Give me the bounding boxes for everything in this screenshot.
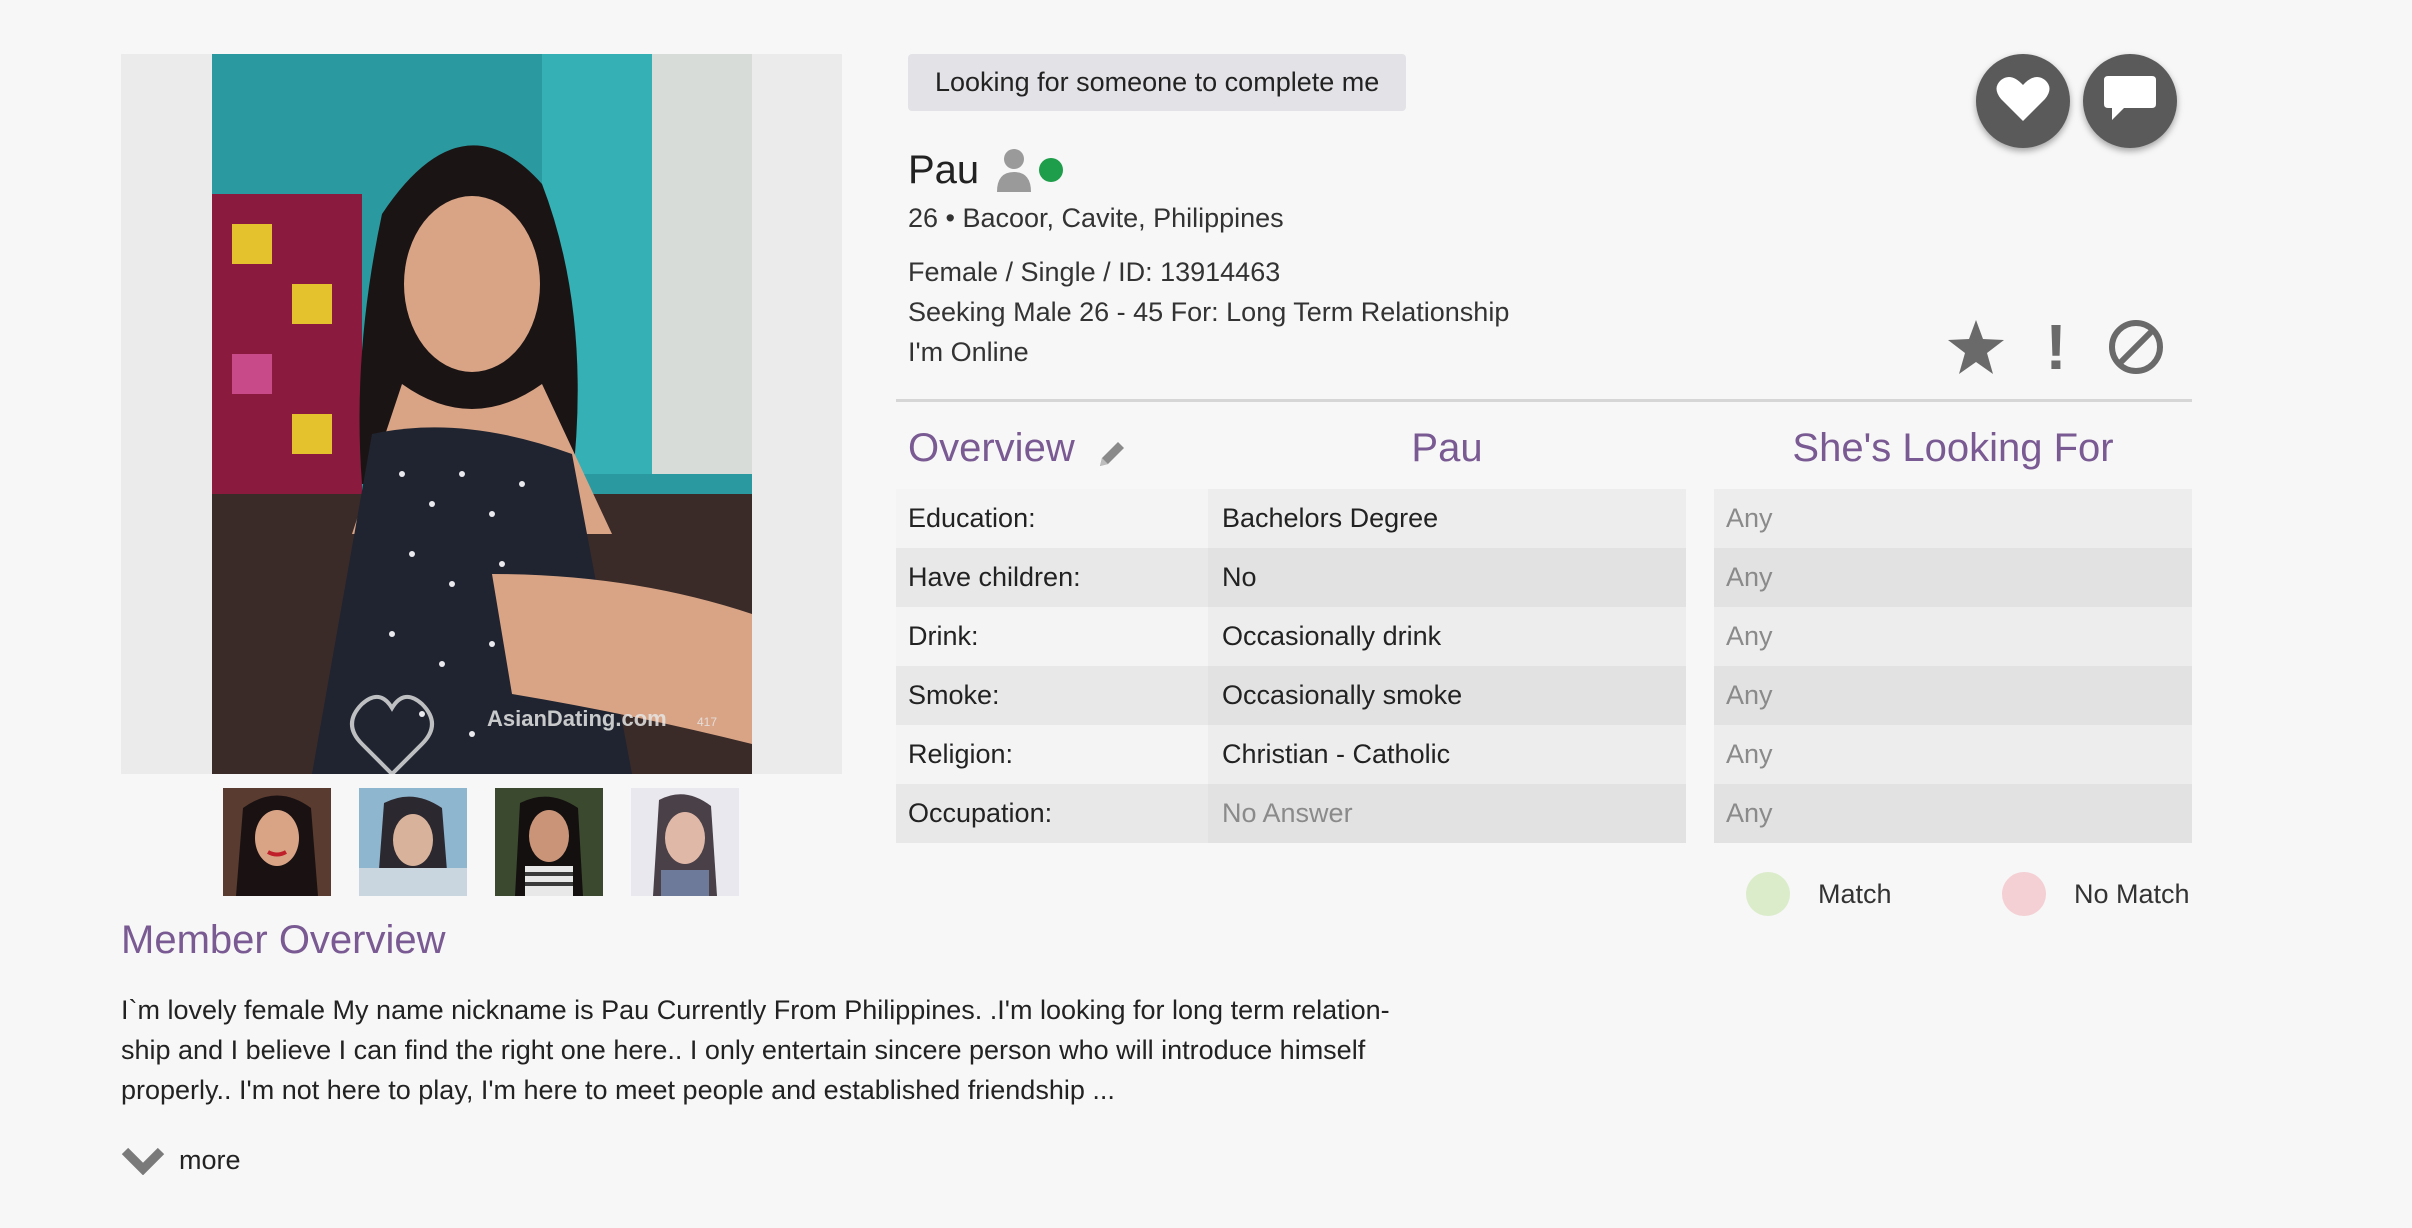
profile-name: Pau	[908, 147, 980, 192]
looking-column-title: She's Looking For	[1792, 426, 2114, 470]
overview-text-line: I`m lovely female My name nickname is Pa…	[121, 995, 1390, 1025]
photo-watermark: AsianDating.com	[487, 706, 667, 731]
no-match-swatch	[2002, 872, 2046, 916]
thumbnail-3[interactable]	[495, 788, 603, 896]
row-value: Occasionally drink	[1208, 607, 1686, 666]
thumbnail-4[interactable]	[631, 788, 739, 896]
row-value: Occasionally smoke	[1208, 666, 1686, 725]
more-button[interactable]: more	[121, 1138, 241, 1182]
gender-status-id: Female / Single / ID: 13914463	[908, 257, 1281, 287]
more-label: more	[179, 1144, 241, 1175]
overview-title: Overview	[908, 426, 1075, 470]
name-row: Pau	[908, 145, 1064, 195]
table-row: Religion: Christian - Catholic Any	[896, 725, 2192, 784]
member-overview-text: I`m lovely female My name nickname is Pa…	[121, 990, 1411, 1110]
row-value: No	[1208, 548, 1686, 607]
pau-column-title: Pau	[1411, 426, 1483, 470]
profile-headline: Looking for someone to complete me	[908, 54, 1407, 111]
thumbnail-1[interactable]	[223, 788, 331, 896]
chat-bubble-icon	[2102, 74, 2158, 129]
overview-table: Education: Bachelors Degree Any Have chi…	[896, 489, 2192, 843]
table-row: Drink: Occasionally drink Any	[896, 607, 2192, 666]
overview-text-line: properly.. I'm not here to play, I'm her…	[121, 1075, 1115, 1105]
online-indicator	[1039, 158, 1064, 182]
photo-panel: AsianDating.com 417	[121, 54, 842, 774]
match-label: Match	[1818, 878, 1892, 909]
row-looking: Any	[1714, 784, 2192, 843]
seeking-line: Seeking Male 26 - 45 For: Long Term Rela…	[908, 297, 1510, 327]
row-label: Smoke:	[908, 680, 1000, 710]
table-row: Have children: No Any	[896, 548, 2192, 607]
row-value: Bachelors Degree	[1208, 489, 1686, 548]
block-icon[interactable]	[2104, 315, 2168, 379]
message-button[interactable]	[2083, 54, 2177, 148]
row-looking: Any	[1714, 489, 2192, 548]
table-row: Smoke: Occasionally smoke Any	[896, 666, 2192, 725]
row-label: Have children:	[908, 562, 1081, 592]
row-value: No Answer	[1208, 784, 1686, 843]
exclamation-icon[interactable]: !	[2028, 315, 2084, 379]
row-looking: Any	[1714, 607, 2192, 666]
pencil-icon[interactable]	[1096, 438, 1128, 475]
photo-watermark-number: 417	[697, 715, 717, 729]
row-looking: Any	[1714, 666, 2192, 725]
age-location: 26 • Bacoor, Cavite, Philippines	[908, 203, 1284, 233]
match-swatch	[1746, 872, 1790, 916]
legend-no-match: No Match	[2002, 872, 2190, 916]
row-label: Occupation:	[908, 798, 1053, 828]
table-row: Education: Bachelors Degree Any	[896, 489, 2192, 548]
overview-text-line: ship and I believe I can find the right …	[121, 1035, 1366, 1065]
no-match-label: No Match	[2074, 878, 2190, 909]
star-icon[interactable]	[1944, 315, 2008, 379]
legend-match: Match	[1746, 872, 1892, 916]
thumbnail-2[interactable]	[359, 788, 467, 896]
row-looking: Any	[1714, 725, 2192, 784]
row-value: Christian - Catholic	[1208, 725, 1686, 784]
member-overview-title: Member Overview	[121, 918, 446, 962]
photo-thumbnails	[223, 788, 739, 896]
row-looking: Any	[1714, 548, 2192, 607]
row-label: Education:	[908, 503, 1036, 533]
favorite-button[interactable]	[1976, 54, 2070, 148]
row-label: Drink:	[908, 621, 979, 651]
heart-icon	[1996, 75, 2050, 128]
row-label: Religion:	[908, 739, 1014, 769]
user-icon	[997, 148, 1032, 192]
online-status-text: I'm Online	[908, 337, 1029, 367]
section-divider	[896, 399, 2192, 402]
table-row: Occupation: No Answer Any	[896, 784, 2192, 843]
chevron-down-icon	[121, 1145, 165, 1175]
main-profile-photo[interactable]: AsianDating.com 417	[212, 54, 752, 774]
